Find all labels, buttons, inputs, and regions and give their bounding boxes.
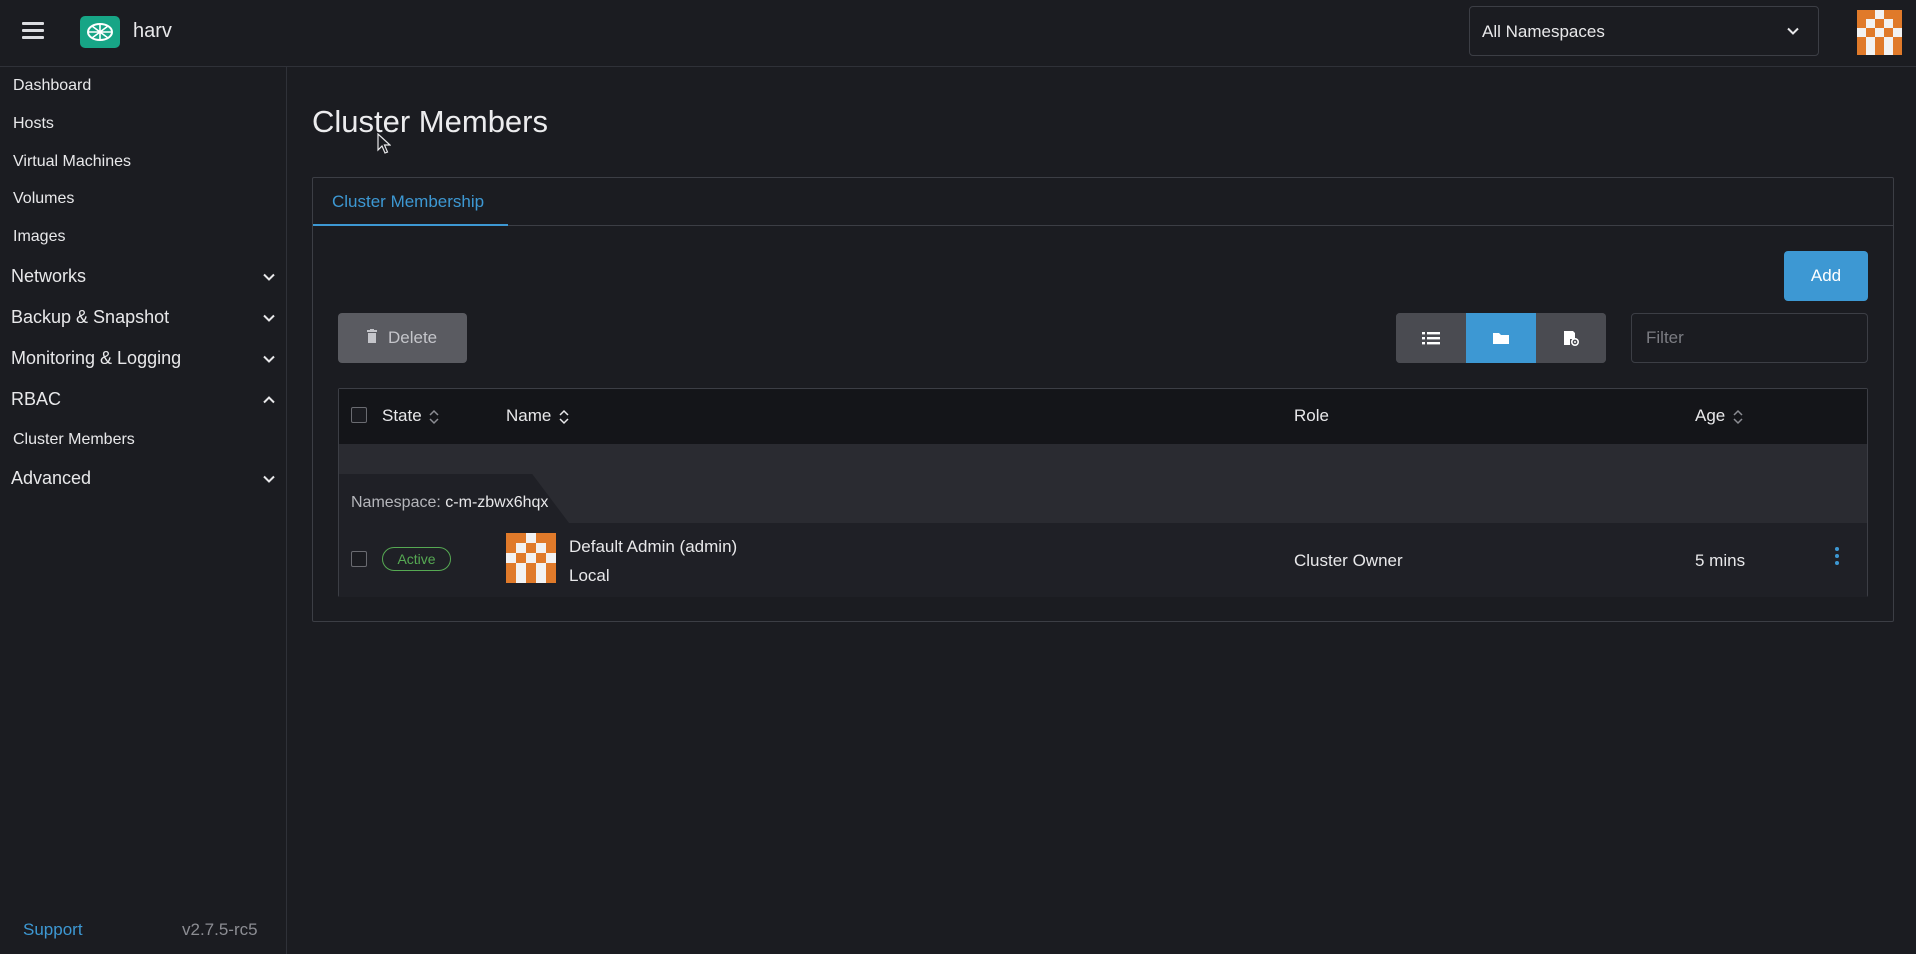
row-checkbox[interactable] <box>351 551 367 567</box>
sort-icon <box>429 409 439 424</box>
chevron-down-icon <box>263 273 275 281</box>
mouse-cursor-icon <box>377 133 391 154</box>
page-title: Cluster Members <box>312 104 548 139</box>
tab-cluster-membership[interactable]: Cluster Membership <box>313 178 508 226</box>
namespace-group-row <box>339 444 1867 523</box>
version-label: v2.7.5-rc5 <box>182 920 258 939</box>
tab-bar: Cluster Membership <box>313 178 1893 226</box>
chevron-down-icon <box>263 314 275 322</box>
members-table: State Name Role Age Namespace: c-m-zbwx6… <box>338 388 1868 597</box>
add-button[interactable]: Add <box>1784 251 1868 301</box>
table-header: State Name Role Age <box>339 389 1867 444</box>
sidebar-item-cluster-members[interactable]: Cluster Members <box>13 431 135 449</box>
namespace-select-value: All Namespaces <box>1482 22 1605 41</box>
delete-button[interactable]: Delete <box>338 313 467 363</box>
table-row: Active Default Admin (admin) Local Clust… <box>339 523 1867 597</box>
namespace-select[interactable]: All Namespaces <box>1469 6 1819 56</box>
sort-icon <box>1733 409 1743 424</box>
group-by-namespace-button[interactable] <box>1466 313 1536 363</box>
sidebar-item-dashboard[interactable]: Dashboard <box>13 77 91 95</box>
sidebar-group-label: Advanced <box>11 468 92 488</box>
sidebar-item-images[interactable]: Images <box>13 228 65 246</box>
member-provider: Local <box>569 566 610 585</box>
flat-list-button[interactable] <box>1396 313 1466 363</box>
sidebar-group-monitoring-logging[interactable]: Monitoring & Logging <box>11 348 276 369</box>
sidebar-group-backup-snapshot[interactable]: Backup & Snapshot <box>11 307 276 328</box>
sidebar-group-label: Backup & Snapshot <box>11 307 170 327</box>
list-icon <box>1422 332 1440 345</box>
sidebar-group-label: Monitoring & Logging <box>11 348 182 368</box>
member-avatar <box>506 533 556 583</box>
status-badge: Active <box>382 547 451 571</box>
support-link[interactable]: Support <box>23 920 83 940</box>
namespace-prefix: Namespace: <box>351 494 441 511</box>
harvester-logo-icon <box>80 16 120 48</box>
namespace-group-label: Namespace: c-m-zbwx6hqx <box>351 494 548 512</box>
column-header-label: State <box>382 406 422 425</box>
user-avatar[interactable] <box>1857 10 1902 55</box>
namespace-value: c-m-zbwx6hqx <box>445 494 549 511</box>
project-icon <box>1564 331 1579 346</box>
group-by-project-button[interactable] <box>1536 313 1606 363</box>
sidebar-group-label: Networks <box>11 266 87 286</box>
chevron-up-icon <box>263 396 275 404</box>
delete-label: Delete <box>388 328 438 347</box>
trash-icon <box>367 329 377 343</box>
member-role: Cluster Owner <box>1294 551 1403 570</box>
sidebar-group-label: RBAC <box>11 389 62 409</box>
tab-label: Cluster Membership <box>332 192 485 211</box>
top-header: harv All Namespaces <box>0 0 1916 67</box>
chevron-down-icon <box>1787 27 1799 35</box>
column-header-label: Name <box>506 406 552 425</box>
column-header-role: Role <box>1294 406 1329 426</box>
sidebar-item-volumes[interactable]: Volumes <box>13 190 74 208</box>
sidebar-group-advanced[interactable]: Advanced <box>11 468 276 489</box>
sidebar-item-hosts[interactable]: Hosts <box>13 115 54 133</box>
member-age: 5 mins <box>1695 551 1746 570</box>
chevron-down-icon <box>263 355 275 363</box>
row-actions-icon[interactable] <box>1831 547 1843 569</box>
column-header-age[interactable]: Age <box>1695 406 1743 426</box>
chevron-down-icon <box>263 475 275 483</box>
sidebar-item-virtual-machines[interactable]: Virtual Machines <box>13 153 131 171</box>
folder-icon <box>1493 333 1509 344</box>
column-header-state[interactable]: State <box>382 406 439 426</box>
filter-input[interactable] <box>1631 313 1868 363</box>
cluster-name: harv <box>133 20 172 42</box>
select-all-checkbox[interactable] <box>351 407 367 423</box>
column-header-label: Age <box>1695 406 1726 425</box>
sidebar-group-networks[interactable]: Networks <box>11 266 276 287</box>
menu-icon[interactable] <box>22 22 44 40</box>
sidebar-group-rbac[interactable]: RBAC <box>11 389 276 410</box>
column-header-label: Role <box>1294 406 1329 425</box>
sort-icon <box>559 409 569 424</box>
member-name[interactable]: Default Admin (admin) <box>569 537 737 557</box>
column-header-name[interactable]: Name <box>506 406 569 426</box>
view-mode-toggle <box>1396 313 1606 363</box>
